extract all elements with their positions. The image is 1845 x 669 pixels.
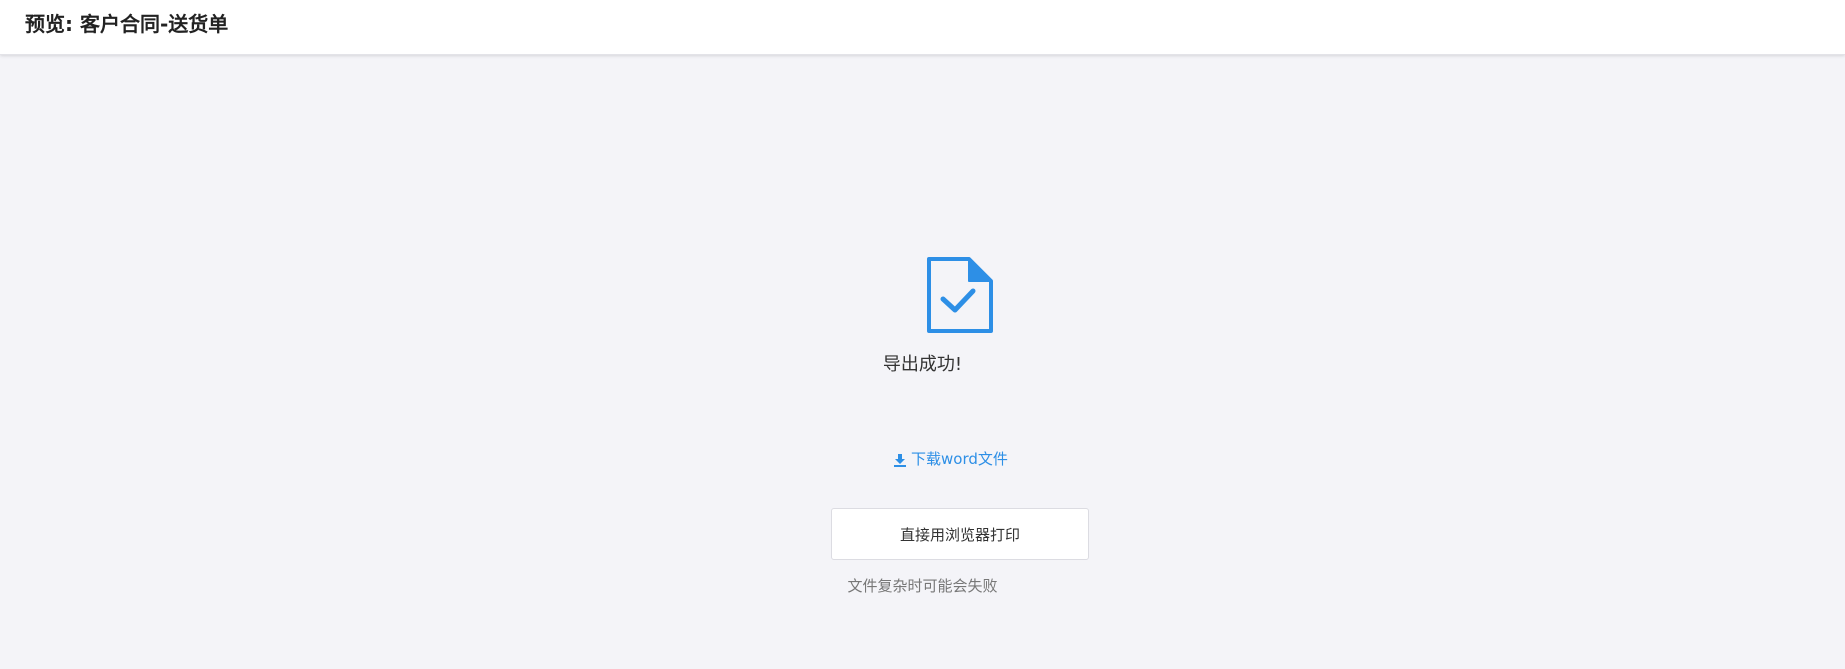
download-icon: [893, 452, 907, 467]
document-check-icon: [925, 255, 995, 335]
download-word-link[interactable]: 下载word文件: [893, 449, 1008, 469]
browser-print-button[interactable]: 直接用浏览器打印: [831, 508, 1089, 560]
export-success-message: 导出成功!: [882, 354, 963, 375]
download-word-label: 下载word文件: [911, 450, 1008, 468]
page-title: 预览: 客户合同-送货单: [25, 12, 229, 36]
print-hint-text: 文件复杂时可能会失败: [847, 577, 998, 595]
header-bar: 预览: 客户合同-送货单: [0, 0, 1845, 55]
